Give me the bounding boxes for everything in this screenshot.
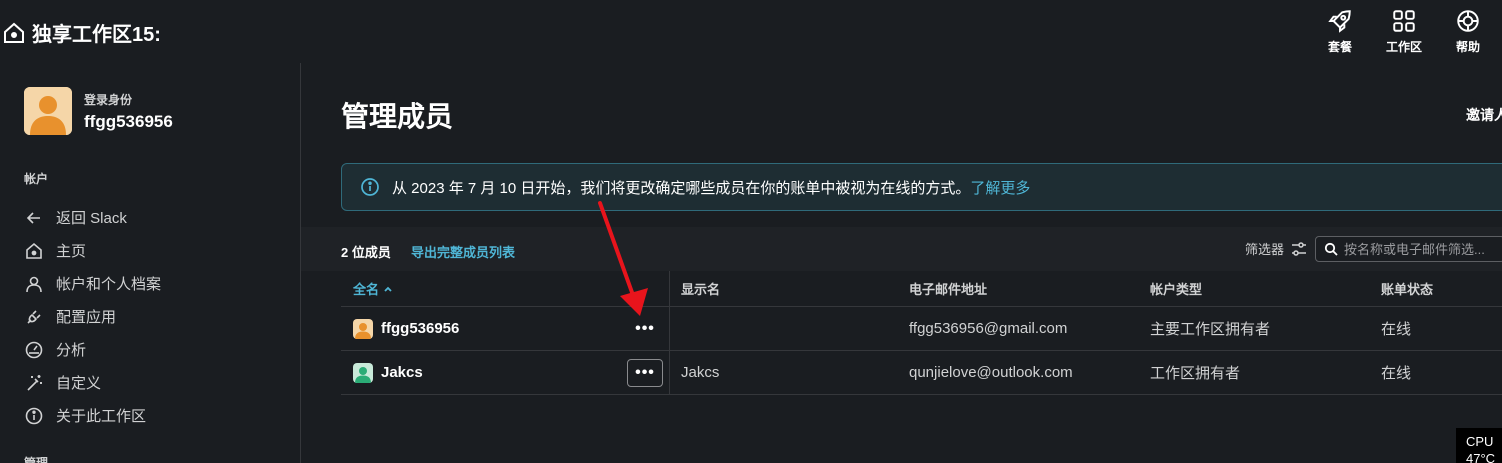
profile-text: 登录身份 ffgg536956	[84, 91, 173, 132]
table-row: Jakcs ••• Jakcs qunjielove@outlook.com 工…	[341, 351, 1502, 395]
column-display-name[interactable]: 显示名	[681, 271, 720, 306]
billing-status-cell: 在线	[1381, 321, 1412, 338]
email-cell: ffgg536956@gmail.com	[909, 320, 1068, 337]
back-arrow-icon	[26, 211, 40, 224]
column-email[interactable]: 电子邮件地址	[909, 271, 987, 306]
invite-people-button[interactable]: 邀请人	[1466, 105, 1502, 125]
workspace-name: 独享工作区15:	[32, 24, 161, 46]
sidebar-item-label: 返回 Slack	[56, 210, 127, 227]
grid-icon	[1393, 10, 1415, 32]
info-banner: 从 2023 年 7 月 10 日开始，我们将更改确定哪些成员在你的账单中被视为…	[341, 163, 1502, 211]
info-icon	[25, 407, 43, 424]
sidebar-item-profile[interactable]: 帐户和个人档案	[24, 267, 161, 300]
sidebar-item-customize[interactable]: 自定义	[24, 366, 161, 399]
billing-status-cell: 在线	[1381, 365, 1412, 382]
info-icon	[361, 178, 379, 196]
cpu-label: CPU	[1466, 434, 1494, 449]
table-row: ffgg536956 ••• ffgg536956@gmail.com 主要工作…	[341, 307, 1502, 351]
filter-label: 筛选器	[1245, 242, 1285, 257]
help-label: 帮助	[1455, 40, 1480, 54]
sidebar-item-home[interactable]: 主页	[24, 234, 161, 267]
column-billing-status[interactable]: 账单状态	[1381, 271, 1433, 306]
filter-button[interactable]: 筛选器	[1245, 239, 1308, 258]
member-count: 2 位成员	[341, 245, 391, 260]
member-list-header: 2 位成员 导出完整成员列表 筛选器	[301, 227, 1502, 271]
search-icon	[1324, 242, 1338, 256]
home-icon	[26, 242, 42, 259]
more-actions-button[interactable]: •••	[627, 359, 663, 387]
sidebar-item-back-to-slack[interactable]: 返回 Slack	[24, 201, 161, 234]
page-title: 管理成员	[341, 101, 454, 132]
sidebar-item-label: 自定义	[56, 375, 102, 392]
column-account-type[interactable]: 帐户类型	[1150, 271, 1202, 306]
signed-in-label: 登录身份	[84, 92, 133, 107]
table-header: 全名 显示名 电子邮件地址 帐户类型 账单状态	[341, 271, 1502, 307]
manage-section-title: 管理	[24, 456, 49, 463]
profile: 登录身份 ffgg536956	[24, 87, 173, 135]
member-cell: Jakcs	[353, 351, 669, 394]
column-fullname[interactable]: 全名	[353, 271, 669, 306]
plans-button[interactable]: 套餐	[1318, 8, 1362, 55]
help-button[interactable]: 帮助	[1446, 8, 1490, 55]
account-section-title: 帐户	[24, 172, 49, 186]
member-name: Jakcs	[381, 364, 423, 381]
member-cell: ffgg536956	[353, 307, 669, 350]
sidebar: 登录身份 ffgg536956 帐户 返回 Slack 主页 帐户和个人档案 配…	[0, 63, 301, 463]
chevron-up-icon	[384, 286, 392, 292]
sidebar-item-label: 主页	[56, 243, 87, 260]
avatar[interactable]	[24, 87, 72, 135]
gauge-icon	[25, 341, 43, 358]
user-icon	[26, 276, 42, 292]
export-members-link[interactable]: 导出完整成员列表	[411, 242, 515, 261]
sidebar-item-label: 分析	[56, 342, 87, 359]
account-type-cell: 主要工作区拥有者	[1150, 321, 1271, 338]
avatar	[353, 362, 373, 383]
banner-text: 从 2023 年 7 月 10 日开始，我们将更改确定哪些成员在你的账单中被视为…	[392, 177, 1030, 198]
home-icon	[4, 22, 24, 43]
sidebar-nav: 返回 Slack 主页 帐户和个人档案 配置应用 分析 自定义 关于此工作区	[24, 201, 161, 432]
display-name-cell: Jakcs	[681, 364, 720, 381]
sidebar-item-apps[interactable]: 配置应用	[24, 300, 161, 333]
banner-message: 从 2023 年 7 月 10 日开始，我们将更改确定哪些成员在你的账单中被视为…	[392, 179, 971, 197]
sort-fullname[interactable]: 全名	[353, 279, 393, 298]
members-table: 全名 显示名 电子邮件地址 帐户类型 账单状态 ffgg536956 ••• f…	[341, 271, 1502, 395]
email-cell: qunjielove@outlook.com	[909, 364, 1073, 381]
avatar	[353, 318, 373, 339]
lifebuoy-icon	[1457, 10, 1479, 32]
workspaces-button[interactable]: 工作区	[1382, 8, 1426, 55]
sliders-icon	[1292, 241, 1307, 256]
workspaces-label: 工作区	[1385, 40, 1422, 54]
workspace-title[interactable]: 独享工作区15:	[2, 18, 161, 47]
plans-label: 套餐	[1327, 40, 1352, 54]
magic-wand-icon	[27, 374, 42, 391]
learn-more-link[interactable]: 了解更多	[970, 180, 1030, 197]
member-name-link[interactable]: Jakcs	[353, 362, 423, 383]
sidebar-item-label: 配置应用	[56, 309, 117, 326]
cpu-temp: 47°C	[1466, 451, 1496, 463]
search-input[interactable]	[1344, 241, 1502, 257]
plug-icon	[27, 309, 41, 324]
top-bar: 独享工作区15: 套餐 工作区 帮助	[0, 0, 1502, 63]
more-actions-button[interactable]: •••	[627, 315, 663, 343]
main-content: 管理成员 邀请人 从 2023 年 7 月 10 日开始，我们将更改确定哪些成员…	[301, 63, 1502, 463]
profile-name: ffgg536956	[84, 111, 173, 131]
sidebar-item-label: 关于此工作区	[56, 408, 147, 425]
cpu-widget: CPU 47°C	[1456, 428, 1502, 463]
top-actions: 套餐 工作区 帮助	[1318, 8, 1490, 55]
sidebar-item-label: 帐户和个人档案	[56, 276, 162, 293]
member-name-link[interactable]: ffgg536956	[353, 318, 460, 339]
member-search[interactable]	[1315, 236, 1502, 262]
column-label: 全名	[353, 282, 380, 297]
member-name: ffgg536956	[381, 320, 460, 337]
account-type-cell: 工作区拥有者	[1150, 365, 1241, 382]
sidebar-item-about[interactable]: 关于此工作区	[24, 399, 161, 432]
rocket-icon	[1328, 10, 1351, 33]
sidebar-item-analytics[interactable]: 分析	[24, 333, 161, 366]
